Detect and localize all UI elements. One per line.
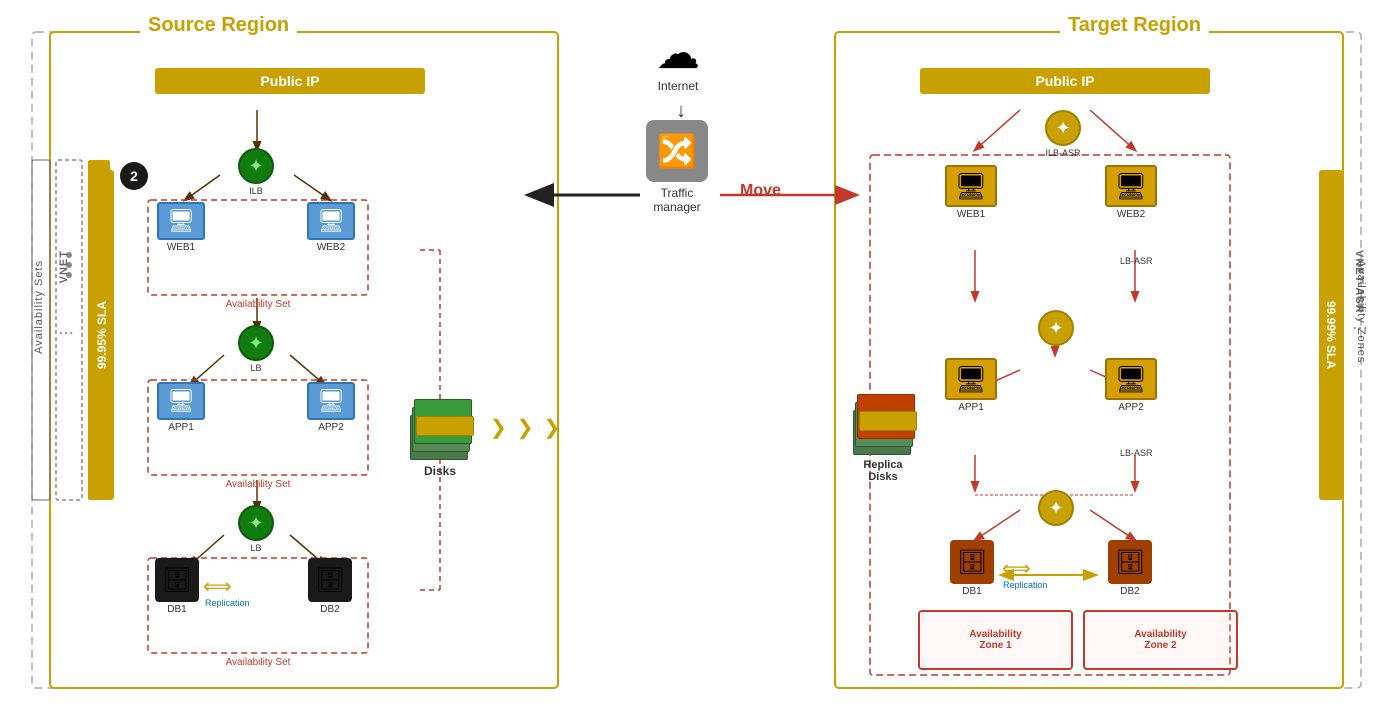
target-replication-label: Replication [1003, 580, 1048, 590]
source-disks: Disks [410, 395, 470, 478]
target-db2-node: 🗄 DB2 [1108, 540, 1152, 597]
source-public-ip: Public IP [155, 68, 425, 94]
target-web2-node: 🖥 WEB2 [1105, 165, 1157, 220]
source-db2-node: 🗄 DB2 [308, 558, 352, 615]
target-avail-zones-label: Availability Zones [1355, 260, 1367, 363]
target-replica-disks: Replica Disks [853, 390, 913, 483]
target-lb-asr-2: ✦ [1038, 490, 1074, 526]
source-replication-label: Replication [205, 598, 250, 608]
target-vnet-icon: ⋯ [1352, 318, 1368, 338]
target-web1-node: 🖥 WEB1 [945, 165, 997, 220]
source-app1-node: 🖥 APP1 [157, 382, 205, 433]
source-web2-node: 🖥 WEB2 [307, 202, 355, 253]
svg-text:Availability Set: Availability Set [226, 479, 291, 490]
replication-dots: ❯ ❯ ❯ [490, 415, 560, 440]
target-app1-node: 🖥 APP1 [945, 358, 997, 413]
target-db1-node: 🗄 DB1 [950, 540, 994, 597]
target-app2-node: 🖥 APP2 [1105, 358, 1157, 413]
source-avail-sets-label: Availability Sets [33, 260, 45, 354]
traffic-manager-icon: 🔀 Traffic manager [636, 120, 718, 214]
svg-text:Availability Set: Availability Set [226, 657, 291, 668]
internet-icon: ☁ Internet [638, 28, 718, 93]
source-lb-2: ✦ LB [238, 505, 274, 553]
badge-2: 2 [120, 162, 148, 190]
source-db1-node: 🗄 DB1 [155, 558, 199, 615]
source-app2-node: 🖥 APP2 [307, 382, 355, 433]
target-avail-zone-2: Availability Zone 2 [1083, 610, 1238, 670]
source-web1-node: 🖥 WEB1 [157, 202, 205, 253]
source-vnet-label: VNET [58, 250, 70, 283]
svg-text:Availability Set: Availability Set [226, 299, 291, 310]
target-ilb-asr: ✦ ILB-ASR [1045, 110, 1081, 158]
target-lb-asr-1-label: LB-ASR [1120, 256, 1153, 266]
source-vnet-icon: ⋯ [58, 323, 74, 343]
source-lb-1: ✦ LB [238, 325, 274, 373]
source-sla-label: 99.95% SLA [90, 170, 114, 500]
target-public-ip: Public IP [920, 68, 1210, 94]
target-sla-label: 99.99% SLA [1319, 170, 1343, 500]
source-replication-arrow: ⟺ [203, 574, 232, 599]
target-avail-zone-1: Availability Zone 1 [918, 610, 1073, 670]
diagram-container: Availability Set Availability Set Availa… [0, 0, 1393, 727]
target-replication-arrow: ⟺ [1002, 556, 1031, 581]
target-lb-asr-2-label: LB-ASR [1120, 448, 1153, 458]
move-label: Move [740, 182, 781, 200]
target-region-title: Target Region [1060, 14, 1209, 37]
source-ilb-icon: ✦ ILB [238, 148, 274, 196]
target-lb-asr-1: ✦ [1038, 310, 1074, 346]
source-region-title: Source Region [140, 14, 297, 37]
